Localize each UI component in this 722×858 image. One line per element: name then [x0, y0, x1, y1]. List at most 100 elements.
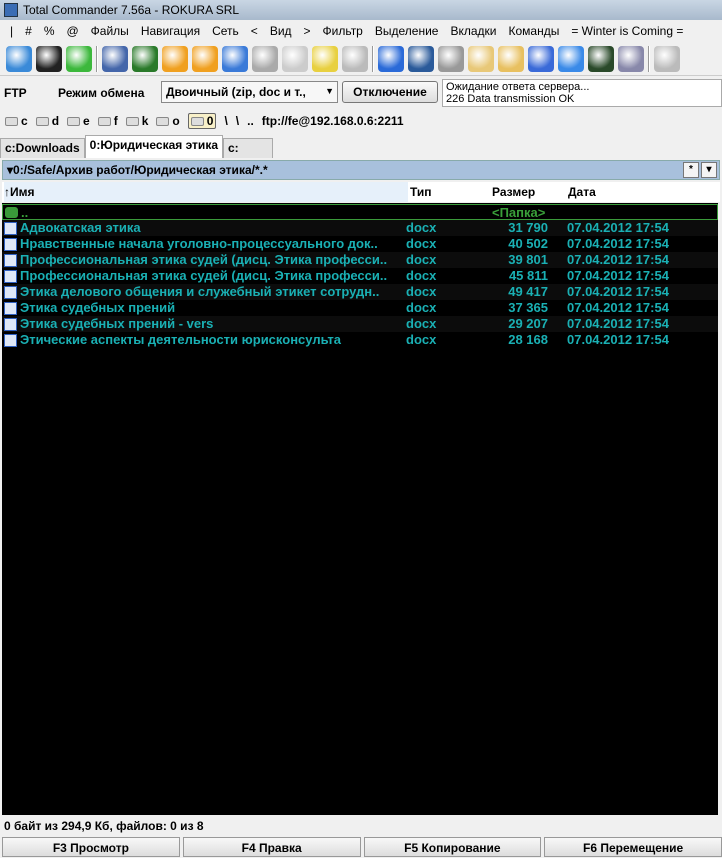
file-size: 37 365: [508, 300, 548, 315]
toolbar-button-icon[interactable]: [528, 45, 554, 72]
history-button[interactable]: *: [683, 162, 699, 178]
drive-letter: e: [83, 114, 90, 128]
file-date: 07.04.2012 17:54: [567, 332, 669, 347]
file-size: <Папка>: [492, 205, 546, 220]
toolbar-button-icon[interactable]: [36, 45, 62, 72]
drive-letter: 0: [206, 114, 214, 128]
toolbar-button-icon[interactable]: [132, 45, 158, 72]
file-row[interactable]: Этика судебных прений - vers docx 29 207 07…: [2, 316, 718, 332]
toolbar-separator: [648, 45, 650, 72]
file-type: docx: [406, 332, 437, 347]
word-doc-icon: [4, 334, 17, 347]
file-row[interactable]: Профессиональная этика судей (дисц. Этик…: [2, 252, 718, 268]
log-line: Ожидание ответа сервера...: [446, 81, 590, 93]
menu-item[interactable]: @: [60, 24, 84, 38]
disconnect-button[interactable]: Отключение: [342, 81, 438, 103]
drive-button-c[interactable]: c: [5, 114, 28, 128]
drive-button-d[interactable]: d: [35, 114, 59, 128]
column-date[interactable]: Дата: [568, 185, 596, 199]
drive-button-0[interactable]: 0: [187, 113, 217, 129]
toolbar-button-icon[interactable]: [222, 45, 248, 72]
path-bar[interactable]: ▾0:/Safe/Архив работ/Юридическая этика/*…: [2, 160, 720, 180]
tab-c[interactable]: c:: [223, 138, 273, 158]
toolbar-button-icon[interactable]: [438, 45, 464, 72]
word-doc-icon: [4, 254, 17, 267]
menu-item[interactable]: = Winter is Coming =: [565, 24, 689, 38]
fkey-button[interactable]: F3 Просмотр: [2, 837, 180, 857]
toolbar-button-icon[interactable]: [468, 45, 494, 72]
toolbar-button-icon[interactable]: [378, 45, 404, 72]
toolbar-button-icon[interactable]: [588, 45, 614, 72]
menu-item[interactable]: Вкладки: [444, 24, 502, 38]
file-name: Этика судебных прений - vers: [20, 316, 214, 331]
file-name: Профессиональная этика судей (дисц. Этик…: [20, 268, 388, 283]
transfer-mode-select[interactable]: Двоичный (zip, doc и т., ▼: [161, 81, 338, 103]
transfer-mode-value: Двоичный (zip, doc и т.,: [166, 85, 306, 99]
file-row[interactable]: Адвокатская этика docx 31 790 07.04.2012 17…: [2, 220, 718, 236]
file-row[interactable]: Этические аспекты деятельности юрисконсу…: [2, 332, 718, 348]
ftp-bar: FTP Режим обмена Двоичный (zip, doc и т.…: [0, 78, 722, 108]
menu-item[interactable]: #: [19, 24, 38, 38]
toolbar-button-icon[interactable]: [6, 45, 32, 72]
drive-nav-button[interactable]: ..: [247, 114, 254, 128]
drive-button-e[interactable]: e: [67, 114, 90, 128]
file-type: docx: [406, 268, 437, 283]
menu-item[interactable]: Команды: [502, 24, 565, 38]
fkey-button[interactable]: F4 Правка: [182, 837, 361, 857]
drive-nav-button[interactable]: \: [236, 114, 239, 128]
file-size: 45 811: [508, 268, 548, 283]
fkey-button[interactable]: F6 Перемещение: [544, 837, 722, 857]
toolbar-button-icon[interactable]: [342, 45, 368, 72]
file-row[interactable]: Этика делового общения и служебный этике…: [2, 284, 718, 300]
toolbar-button-icon[interactable]: [66, 45, 92, 72]
ftp-log: Ожидание ответа сервера... 226 Data trans…: [442, 79, 722, 107]
toolbar-button-icon[interactable]: [558, 45, 584, 72]
menu-item[interactable]: |: [4, 24, 19, 38]
tab-legal-ethics[interactable]: 0:Юридическая этика: [84, 135, 223, 158]
toolbar-button-icon[interactable]: [498, 45, 524, 72]
menu-item[interactable]: Файлы: [85, 24, 135, 38]
file-type: docx: [406, 252, 437, 267]
toolbar-button-icon[interactable]: [192, 45, 218, 72]
tab-downloads[interactable]: c:Downloads: [0, 138, 85, 158]
menu-item[interactable]: >: [298, 24, 317, 38]
menu-item[interactable]: %: [38, 24, 61, 38]
menu-item[interactable]: Вид: [264, 24, 298, 38]
file-date: 07.04.2012 17:54: [567, 316, 669, 331]
file-row[interactable]: Профессиональная этика судей (дисц. Этик…: [2, 268, 718, 284]
toolbar-button-icon[interactable]: [252, 45, 278, 72]
drive-icon: [156, 116, 170, 126]
drive-button-o[interactable]: o: [156, 114, 180, 128]
file-date: 07.04.2012 17:54: [567, 300, 669, 315]
file-row[interactable]: Нравственные начала уголовно-процессуаль…: [2, 236, 718, 252]
toolbar-button-icon[interactable]: [162, 45, 188, 72]
column-name[interactable]: ↑Имя: [4, 182, 408, 202]
drive-bar: c d e f k o 0 \ \.. ftp://fe@192.168.0.6:2211: [0, 110, 722, 132]
column-size[interactable]: Размер: [492, 185, 535, 199]
menu-item[interactable]: Фильтр: [317, 24, 369, 38]
menu-item[interactable]: <: [245, 24, 264, 38]
drive-button-k[interactable]: k: [125, 114, 148, 128]
hotlist-button[interactable]: ▾: [701, 162, 717, 178]
column-type[interactable]: Тип: [410, 185, 432, 199]
drive-icon: [5, 116, 18, 126]
drive-icon: [67, 116, 81, 126]
toolbar-button-icon[interactable]: [312, 45, 338, 72]
toolbar-button-icon[interactable]: [618, 45, 644, 72]
menu-item[interactable]: Выделение: [369, 24, 445, 38]
parent-dir-row[interactable]: .. <Папка>: [2, 204, 718, 220]
toolbar-button-icon[interactable]: [282, 45, 308, 72]
file-type: docx: [406, 220, 437, 235]
drive-nav-button[interactable]: \: [224, 114, 227, 128]
file-size: 49 417: [508, 284, 548, 299]
file-row[interactable]: Этика судебных прений docx 37 365 07.04.201…: [2, 300, 718, 316]
toolbar-button-icon[interactable]: [654, 45, 680, 72]
file-date: 07.04.2012 17:54: [567, 236, 669, 251]
toolbar-button-icon[interactable]: [408, 45, 434, 72]
fkey-button[interactable]: F5 Копирование: [363, 837, 542, 857]
toolbar-button-icon[interactable]: [102, 45, 128, 72]
menu-item[interactable]: Навигация: [135, 24, 206, 38]
drive-button-f[interactable]: f: [97, 114, 118, 128]
drive-icon: [35, 116, 49, 126]
menu-item[interactable]: Сеть: [206, 24, 245, 38]
